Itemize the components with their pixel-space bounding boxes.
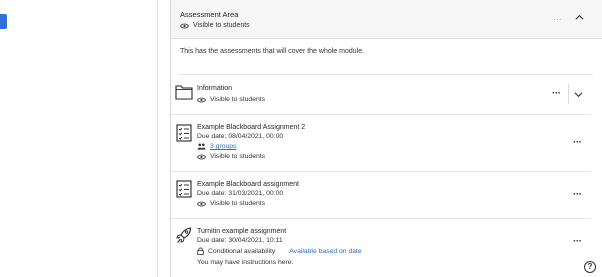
folder-visibility[interactable]: Visible to students <box>180 22 250 29</box>
visibility-label: Visible to students <box>210 200 266 207</box>
item-visibility[interactable]: Visible to students <box>197 153 265 160</box>
more-options-icon[interactable]: ··· <box>573 236 582 247</box>
eye-icon <box>197 201 206 206</box>
item-title[interactable]: Example Blackboard Assignment 2 <box>197 124 305 131</box>
visibility-label: Visible to students <box>210 96 266 103</box>
row-divider <box>171 218 591 219</box>
item-title[interactable]: Turnitin example assignment <box>197 228 286 235</box>
due-date-label: Due date: 31/03/2021, 00:00 <box>197 190 284 197</box>
more-options-icon[interactable]: ··· <box>573 189 582 200</box>
collapsed-panel-tab[interactable] <box>0 14 7 29</box>
item-due-date: Due date: 31/03/2021, 00:00 <box>197 190 283 197</box>
item-visibility[interactable]: Visible to students <box>197 96 265 103</box>
item-due-date: Due date: 08/04/2021, 00:00 <box>197 133 283 140</box>
rocket-icon <box>176 227 192 243</box>
assessment-folder: Assessment Area Visible to students ··· … <box>170 0 602 277</box>
description-divider <box>179 74 593 75</box>
item-title[interactable]: Information <box>197 85 232 92</box>
assignment-icon <box>176 124 192 142</box>
folder-visibility-label: Visible to students <box>193 22 250 29</box>
groups-link[interactable]: 3 groups <box>210 143 236 150</box>
eye-icon <box>197 97 206 102</box>
visibility-label: Visible to students <box>210 153 266 160</box>
assignment-icon <box>176 180 192 198</box>
row-divider <box>171 171 591 172</box>
due-date-label: Due date: 08/04/2021, 00:00 <box>197 133 284 140</box>
more-options-icon[interactable]: ··· <box>573 137 582 148</box>
more-options-icon[interactable]: ··· <box>552 88 561 99</box>
item-instructions: You may have instructions here. <box>197 259 293 266</box>
folder-description: This has the assessments that will cover… <box>180 48 365 55</box>
folder-more-options-icon[interactable]: ··· <box>553 14 562 24</box>
help-icon[interactable]: ? <box>584 261 596 273</box>
availability-label: Conditional availability <box>208 247 276 255</box>
chevron-down-icon[interactable] <box>574 91 583 98</box>
folder-icon <box>175 85 193 100</box>
item-availability: Conditional availability Available based… <box>197 247 362 255</box>
lock-icon <box>197 247 204 255</box>
item-title[interactable]: Example Blackboard assignment <box>197 181 299 188</box>
item-groups[interactable]: 3 groups <box>197 143 236 150</box>
eye-icon <box>180 23 189 28</box>
chevron-up-icon[interactable] <box>575 13 584 22</box>
item-due-date: Due date: 30/04/2021, 10:11 <box>197 237 283 244</box>
panel-divider <box>157 0 158 277</box>
row-divider <box>171 114 591 115</box>
instructions-text: You may have instructions here. <box>197 259 294 266</box>
group-icon <box>197 143 206 150</box>
item-divider <box>568 84 569 104</box>
eye-icon <box>197 154 206 159</box>
folder-title: Assessment Area <box>180 10 239 19</box>
folder-header[interactable]: Assessment Area Visible to students ··· <box>171 0 602 39</box>
availability-link[interactable]: Available based on date <box>289 248 361 255</box>
item-visibility[interactable]: Visible to students <box>197 200 265 207</box>
due-date-label: Due date: 30/04/2021, 10:11 <box>197 237 283 244</box>
